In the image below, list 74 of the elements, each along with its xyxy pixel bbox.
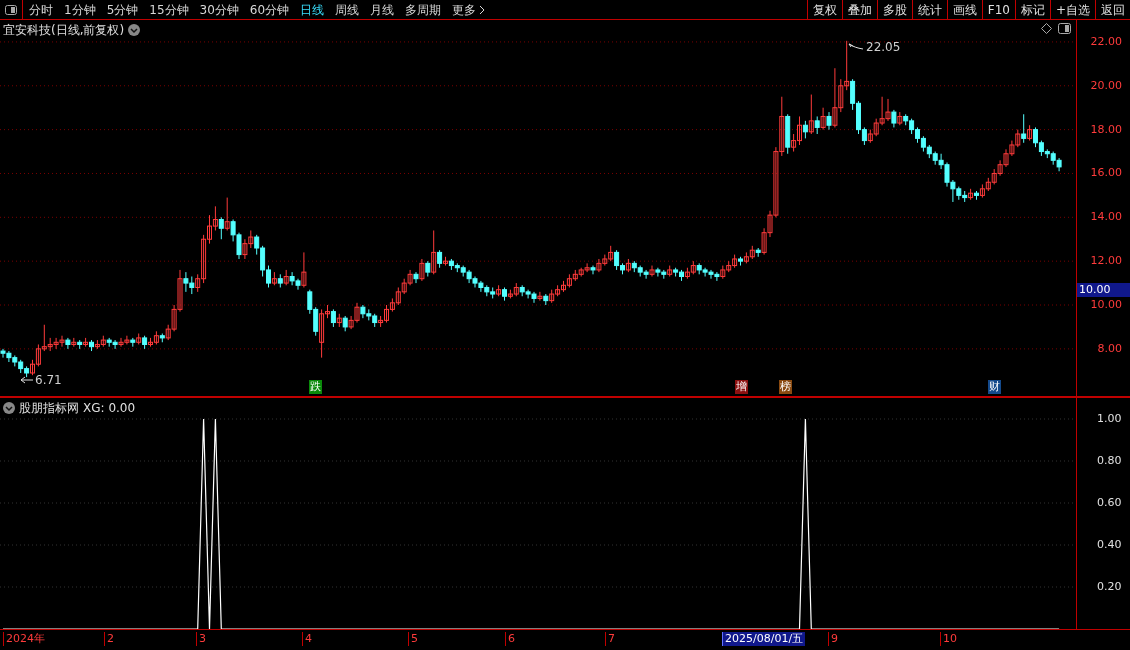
toolbar-button[interactable]: 复权 — [806, 0, 842, 19]
event-marker[interactable]: 增 — [735, 380, 748, 394]
panel-toggle-icon — [5, 4, 17, 15]
toolbar-button[interactable]: 标记 — [1014, 0, 1050, 19]
price-axis-label: 10.00 — [1090, 299, 1122, 311]
toolbar-button[interactable]: 统计 — [911, 0, 947, 19]
date-axis-label: 4 — [302, 632, 314, 646]
candlestick — [820, 107, 826, 131]
period-tab[interactable]: 月线 — [370, 0, 395, 19]
event-marker[interactable]: 跌 — [309, 380, 322, 394]
date-axis-label: 6 — [505, 632, 517, 646]
diamond-icon[interactable] — [1041, 23, 1052, 34]
high-price-label: 22.05 — [866, 39, 901, 56]
more-button[interactable]: 更多 — [452, 0, 486, 19]
period-tab[interactable]: 日线 — [300, 0, 325, 19]
pointer-arrow-icon — [848, 43, 864, 51]
period-tab[interactable]: 30分钟 — [199, 0, 239, 19]
period-tab[interactable]: 1分钟 — [64, 0, 96, 19]
indicator-axis-label: 1.00 — [1097, 413, 1122, 425]
pointer-arrow-icon — [20, 376, 34, 384]
price-axis-label: 16.00 — [1090, 167, 1122, 180]
candlestick — [1021, 113, 1027, 144]
candlestick — [537, 291, 543, 302]
price-axis-label: 18.00 — [1090, 123, 1122, 136]
event-marker[interactable]: 财 — [988, 380, 1001, 394]
panel-toggle-icon[interactable] — [1058, 23, 1071, 34]
toolbar-button[interactable]: +自选 — [1049, 0, 1095, 19]
toolbar-button[interactable]: 返回 — [1095, 0, 1130, 19]
period-tab[interactable]: 60分钟 — [249, 0, 290, 19]
price-axis-label: 14.00 — [1090, 211, 1122, 224]
period-tab[interactable]: 15分钟 — [149, 0, 189, 19]
candlestick — [419, 258, 425, 282]
indicator-title: 股朋指标网 — [19, 400, 79, 417]
period-tab[interactable]: 分时 — [29, 0, 53, 19]
price-axis-label: 8.00 — [1097, 342, 1122, 355]
candlestick — [65, 337, 71, 350]
date-axis-label: 2 — [104, 632, 116, 646]
candlestick — [413, 271, 419, 284]
price-axis-label: 12.00 — [1090, 255, 1122, 268]
date-axis-label: 7 — [605, 632, 617, 646]
current-price-tag: 10.00 — [1077, 283, 1130, 297]
candlestick — [301, 251, 307, 288]
indicator-axis-label: 0.80 — [1097, 455, 1122, 467]
toolbar-button[interactable]: F10 — [981, 0, 1015, 19]
chevron-right-icon — [479, 4, 486, 15]
candlestick — [431, 229, 437, 275]
date-axis-label: 2024年 — [3, 632, 47, 646]
indicator-value: XG: 0.00 — [83, 400, 136, 417]
dropdown-circle-icon[interactable] — [3, 402, 15, 414]
indicator-axis-label: 0.40 — [1097, 539, 1122, 551]
toolbar-button[interactable]: 画线 — [946, 0, 982, 19]
period-tab[interactable]: 多周期 — [405, 0, 442, 19]
chart-title: 宜安科技(日线,前复权) — [3, 22, 125, 39]
candlestick — [808, 94, 814, 135]
period-tab[interactable]: 周线 — [335, 0, 360, 19]
low-price-label: 6.71 — [35, 372, 62, 389]
date-axis-label: 5 — [408, 632, 420, 646]
date-axis-label: 10 — [940, 632, 959, 646]
dropdown-circle-icon[interactable] — [128, 24, 141, 36]
price-axis-label: 20.00 — [1090, 79, 1122, 92]
date-axis-label: 2025/08/01/五 — [722, 632, 806, 646]
candlestick — [224, 197, 230, 231]
indicator-axis-label: 0.20 — [1097, 581, 1122, 593]
event-marker[interactable]: 榜 — [779, 380, 792, 394]
indicator-axis-label: 0.60 — [1097, 497, 1122, 509]
candlestick — [218, 216, 224, 240]
date-axis-label: 9 — [828, 632, 840, 646]
price-axis-label: 22.00 — [1090, 35, 1122, 48]
date-axis-label: 3 — [196, 632, 208, 646]
period-tab[interactable]: 5分钟 — [106, 0, 139, 19]
toolbar-button[interactable]: 叠加 — [841, 0, 877, 19]
toolbar-button[interactable]: 多股 — [876, 0, 912, 19]
candlestick — [1027, 124, 1033, 142]
candlestick — [649, 265, 655, 278]
